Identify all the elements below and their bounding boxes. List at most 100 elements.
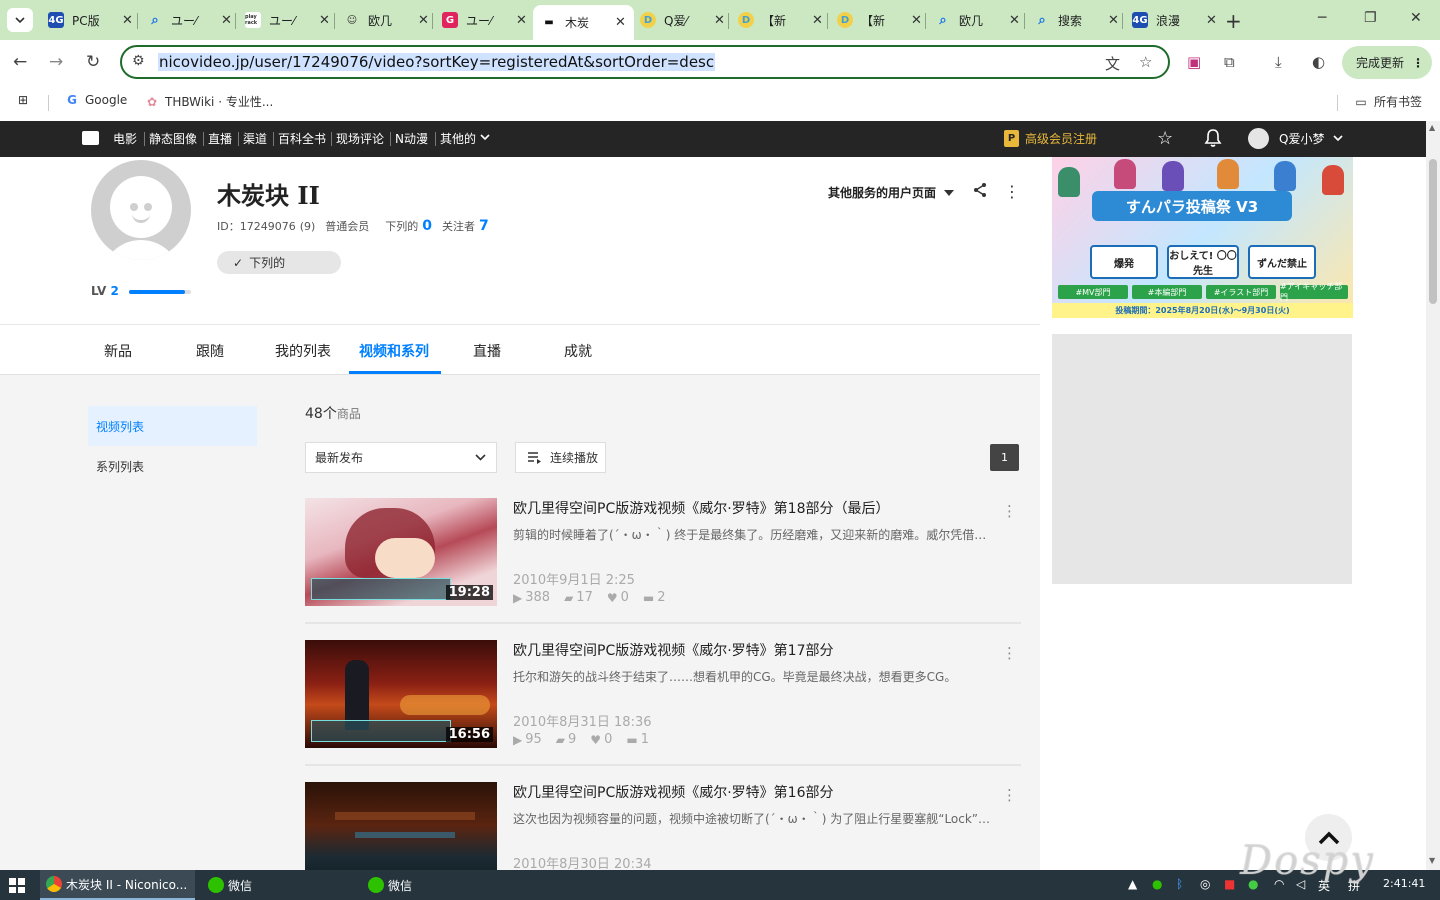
close-tab-icon[interactable]: ✕: [319, 13, 330, 28]
video-thumbnail[interactable]: 16:56: [305, 640, 497, 748]
address-bar[interactable]: ⚙ nicovideo.jp/user/17249076/video?sortK…: [120, 45, 1170, 79]
all-bookmarks[interactable]: ▭ 所有书签: [1354, 93, 1422, 110]
forward-arrow-icon[interactable]: →: [49, 52, 63, 72]
translate-icon[interactable]: 文: [1105, 53, 1120, 74]
followers-count[interactable]: 7: [479, 218, 489, 234]
close-window-button[interactable]: ✕: [1410, 10, 1422, 26]
video-item[interactable]: 19:28 欧几里得空间PC版游戏视频《威尔·罗特》第18部分（最后） 剪辑的时…: [305, 498, 1021, 640]
video-item[interactable]: 欧几里得空间PC版游戏视频《威尔·罗特》第16部分 这次也因为视频容量的问题，视…: [305, 782, 1021, 870]
browser-tab[interactable]: 4G 浪漫 ✕: [1124, 5, 1225, 35]
video-more-icon[interactable]: ⋮: [1002, 644, 1017, 662]
browser-tab[interactable]: ▬ 木炭 ✕: [533, 5, 634, 40]
star-icon[interactable]: ☆: [1157, 128, 1173, 149]
close-tab-icon[interactable]: ✕: [1206, 13, 1217, 28]
other-services-dropdown[interactable]: 其他服务的用户页面: [828, 184, 955, 201]
profile-tab[interactable]: 成就: [564, 341, 592, 361]
browser-tab[interactable]: G ユー⁄ ✕: [434, 5, 535, 35]
url-text[interactable]: nicovideo.jp/user/17249076/video?sortKey…: [158, 53, 716, 71]
video-thumbnail[interactable]: 19:28: [305, 498, 497, 606]
profile-tab[interactable]: 新品: [104, 341, 132, 361]
bookmark-star-icon[interactable]: ☆: [1139, 53, 1152, 71]
browser-tab[interactable]: ⌕ ユー⁄ ✕: [139, 5, 240, 35]
sitenav-item[interactable]: 渠道: [243, 130, 267, 147]
followers-label[interactable]: 关注者: [442, 218, 475, 234]
minimize-button[interactable]: ─: [1318, 10, 1326, 26]
browser-tab[interactable]: D 【新 ✕: [730, 5, 831, 35]
close-tab-icon[interactable]: ✕: [418, 13, 429, 28]
video-more-icon[interactable]: ⋮: [1002, 502, 1017, 520]
sidebar-item-series-list[interactable]: 系列列表: [88, 446, 257, 486]
tray-app-icon[interactable]: ■: [1224, 877, 1235, 891]
profile-icon[interactable]: ◐: [1312, 53, 1325, 71]
sitenav-item[interactable]: 百科全书: [278, 130, 326, 147]
page-scrollbar[interactable]: ▲ ▼: [1426, 121, 1440, 870]
sitenav-item[interactable]: N动漫: [395, 130, 428, 147]
continuous-play-button[interactable]: 连续播放: [515, 442, 606, 473]
browser-tab[interactable]: D Q爱⁄ ✕: [632, 5, 733, 35]
bluetooth-icon[interactable]: ᛒ: [1176, 877, 1183, 891]
reload-icon[interactable]: ↻: [86, 52, 100, 72]
taskbar-wechat-1[interactable]: 微信: [202, 870, 357, 900]
restore-button[interactable]: ❐: [1364, 10, 1377, 26]
bell-icon[interactable]: [1204, 128, 1222, 153]
close-tab-icon[interactable]: ✕: [812, 13, 823, 28]
sort-select[interactable]: 最新发布: [305, 442, 497, 473]
video-item[interactable]: 16:56 欧几里得空间PC版游戏视频《威尔·罗特》第17部分 托尔和游矢的战斗…: [305, 640, 1021, 782]
sitenav-item[interactable]: 电影: [113, 130, 137, 147]
close-tab-icon[interactable]: ✕: [122, 13, 133, 28]
windows-start-icon[interactable]: [9, 878, 25, 893]
close-tab-icon[interactable]: ✕: [1009, 13, 1020, 28]
pagination-page-1[interactable]: 1: [990, 444, 1019, 471]
close-tab-icon[interactable]: ✕: [516, 13, 527, 28]
video-thumbnail[interactable]: [305, 782, 497, 870]
browser-tab[interactable]: D 【新 ✕: [829, 5, 930, 35]
more-options-icon[interactable]: ⋮: [1004, 182, 1020, 201]
back-arrow-icon[interactable]: ←: [13, 52, 27, 72]
user-menu[interactable]: Q爱小梦: [1248, 128, 1344, 149]
premium-register-link[interactable]: P 高级会员注册: [1004, 130, 1097, 147]
bookmark-google[interactable]: G Google: [65, 93, 127, 107]
profile-tab[interactable]: 直播: [473, 341, 501, 361]
sitenav-item[interactable]: 静态图像: [149, 130, 197, 147]
tray-app-icon[interactable]: ▲: [1128, 877, 1137, 891]
close-tab-icon[interactable]: ✕: [1108, 13, 1119, 28]
close-tab-icon[interactable]: ✕: [911, 13, 922, 28]
taskbar-chrome[interactable]: 木炭块 II - Niconico...: [40, 870, 195, 900]
taskbar-wechat-2[interactable]: 微信: [362, 870, 517, 900]
follow-button[interactable]: ✓ 下列的: [217, 251, 341, 274]
new-tab-button[interactable]: +: [1225, 9, 1242, 33]
following-count[interactable]: 0: [422, 218, 432, 234]
download-icon[interactable]: ⤓: [1275, 53, 1282, 71]
video-title[interactable]: 欧几里得空间PC版游戏视频《威尔·罗特》第16部分: [513, 782, 833, 802]
niconico-logo-icon[interactable]: [82, 131, 99, 145]
extensions-puzzle-icon[interactable]: ⧉: [1224, 53, 1235, 71]
apps-grid-icon[interactable]: ⊞: [18, 93, 28, 107]
profile-tab[interactable]: 我的列表: [275, 341, 331, 361]
video-title[interactable]: 欧几里得空间PC版游戏视频《威尔·罗特》第17部分: [513, 640, 833, 660]
browser-tab[interactable]: 4G PC版 ✕: [40, 5, 141, 35]
tray-app-icon[interactable]: ◎: [1200, 877, 1210, 891]
browser-tab[interactable]: ⌕ 搜索 ✕: [1026, 5, 1127, 35]
browser-tab[interactable]: play rack ユー⁄ ✕: [237, 5, 338, 35]
update-button[interactable]: 完成更新 ⋮: [1342, 46, 1432, 79]
scroll-down-arrow-icon[interactable]: ▼: [1429, 856, 1435, 865]
sitenav-item[interactable]: 其他的: [440, 130, 476, 147]
browser-tab[interactable]: ⌕ 欧几 ✕: [927, 5, 1028, 35]
chevron-down-icon[interactable]: [480, 130, 490, 144]
share-icon[interactable]: [972, 182, 988, 202]
profile-tab[interactable]: 跟随: [196, 341, 224, 361]
sidebar-item-video-list[interactable]: 视频列表: [88, 406, 257, 446]
site-info-icon[interactable]: ⚙: [132, 53, 145, 69]
following-label[interactable]: 下列的: [385, 218, 418, 234]
scrollbar-thumb[interactable]: [1429, 159, 1437, 304]
event-banner[interactable]: すんパラ投稿祭 V3 爆発 おしえて! 〇〇先生 ずんだ禁止 #MV部門 #本編…: [1052, 157, 1353, 318]
close-tab-icon[interactable]: ✕: [714, 13, 725, 28]
tray-wechat-icon[interactable]: ●: [1152, 877, 1162, 891]
extension-translate-icon[interactable]: ▣: [1187, 53, 1201, 71]
sitenav-item[interactable]: 现场评论: [336, 130, 384, 147]
sitenav-item[interactable]: 直播: [208, 130, 232, 147]
video-more-icon[interactable]: ⋮: [1002, 786, 1017, 804]
browser-tab[interactable]: ☺ 欧几 ✕: [336, 5, 437, 35]
scroll-up-arrow-icon[interactable]: ▲: [1429, 123, 1435, 132]
profile-tab[interactable]: 视频和系列: [359, 341, 429, 361]
